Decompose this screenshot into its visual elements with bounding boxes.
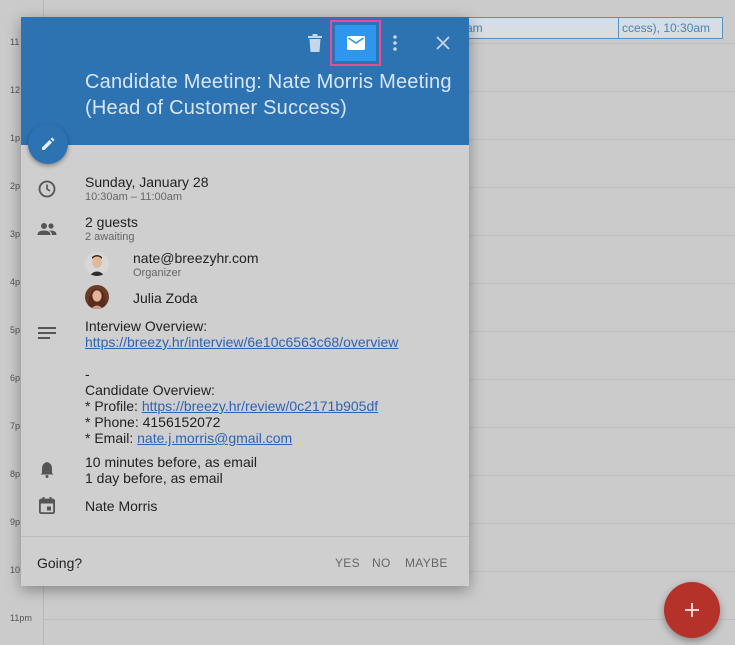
hour-label: 3p [10,229,21,239]
interview-overview-label: Interview Overview: [85,318,208,334]
profile-link[interactable]: https://breezy.hr/review/0c2171b905df [142,398,378,414]
event-title: Candidate Meeting: Nate Morris Meeting (… [85,71,452,119]
hour-label: 5p [10,325,21,335]
hour-label: 9p [10,517,21,527]
guest-name: Julia Zoda [133,290,198,306]
event-details-popup: Candidate Meeting: Nate Morris Meeting (… [21,17,469,586]
email-prefix: * Email: [85,430,138,446]
email-line: * Email: nate.j.morris@gmail.com [85,430,292,446]
interview-overview-link[interactable]: https://breezy.hr/interview/6e10c6563c68… [85,334,398,350]
reminder-item: 1 day before, as email [85,470,223,486]
description-separator: - [85,366,90,382]
email-guests-button[interactable] [330,20,381,66]
reminder-item: 10 minutes before, as email [85,454,257,470]
guests-status: 2 awaiting [85,231,135,243]
popup-header: Candidate Meeting: Nate Morris Meeting (… [21,17,469,145]
rsvp-question: Going? [37,555,83,571]
email-link[interactable]: nate.j.morris@gmail.com [137,430,292,446]
trash-icon [308,34,322,52]
avatar [85,285,109,309]
email-guests-button-fill [335,25,376,61]
hour-label: 10 [10,565,21,575]
profile-prefix: * Profile: [85,398,142,414]
calendar-event-chip[interactable]: ccess), 10:30am [618,17,723,39]
guest-role: Organizer [133,267,182,279]
candidate-overview-label: Candidate Overview: [85,382,215,398]
event-date: Sunday, January 28 [85,174,209,190]
calendar-name: Nate Morris [85,498,158,514]
mail-icon [346,36,365,50]
notes-icon [36,322,58,344]
close-button[interactable] [431,31,455,55]
footer-divider [21,536,469,537]
create-event-button[interactable] [664,582,720,638]
rsvp-maybe-button[interactable]: MAYBE [405,556,448,570]
hour-gridline [44,619,735,620]
plus-icon [685,603,699,617]
guest-name: nate@breezyhr.com [133,250,259,266]
hour-label: 4p [10,277,21,287]
calendar-icon [36,494,58,516]
hour-label: 7p [10,421,21,431]
guests-count: 2 guests [85,214,138,230]
more-vert-icon [393,35,397,51]
rsvp-no-button[interactable]: NO [372,556,391,570]
more-options-button[interactable] [387,31,403,55]
edit-event-button[interactable] [28,124,68,164]
clock-icon [36,178,58,200]
calendar-event-chip[interactable]: am [462,17,620,39]
hour-label: 12 [10,85,21,95]
event-time: 10:30am – 11:00am [85,191,183,203]
bell-icon [36,458,58,480]
hour-label: 11pm [10,613,32,623]
rsvp-yes-button[interactable]: YES [335,556,360,570]
pencil-icon [42,137,55,150]
hour-label: 11 [10,37,20,47]
close-icon [436,36,450,50]
profile-line: * Profile: https://breezy.hr/review/0c21… [85,398,378,414]
hour-label: 8p [10,469,21,479]
delete-button[interactable] [304,31,326,55]
hour-label: 2p [10,181,21,191]
people-icon [36,218,58,240]
hour-label: 1p [10,133,21,143]
hour-label: 6p [10,373,21,383]
phone-line: * Phone: 4156152072 [85,414,221,430]
avatar [85,252,109,276]
